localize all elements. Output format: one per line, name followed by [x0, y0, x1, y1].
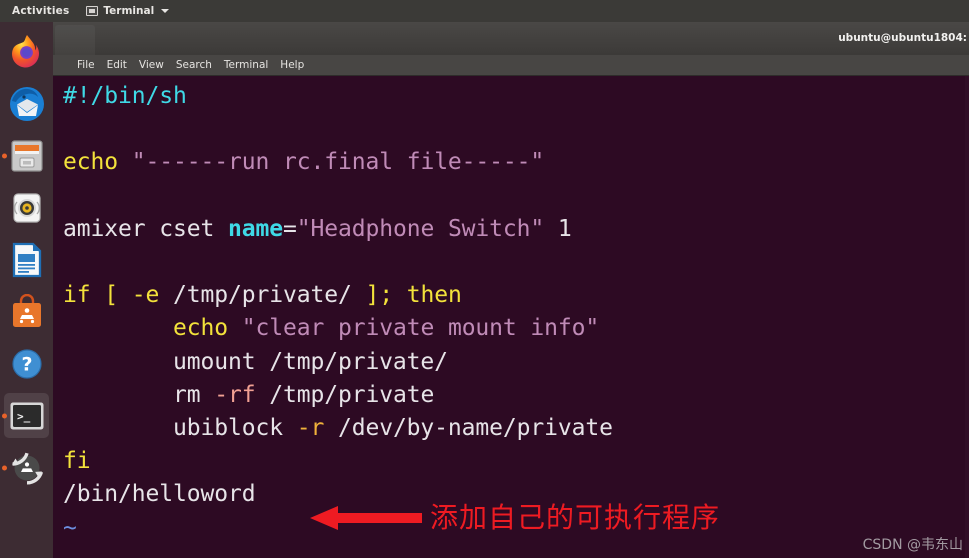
terminal-token: "Headphone Switch": [296, 215, 545, 242]
terminal-line: /bin/helloword: [63, 478, 613, 511]
thunderbird-icon: [8, 85, 46, 123]
terminal-token: /dev/by-name/private: [324, 415, 613, 442]
terminal-token: amixer cset: [63, 215, 228, 242]
terminal-line: if [ -e /tmp/private/ ]; then: [63, 279, 613, 312]
running-indicator-dot: [1, 413, 7, 419]
terminal-token: -r: [296, 415, 325, 442]
terminal-token: fi: [63, 448, 91, 475]
window-title: ubuntu@ubuntu1804:: [838, 32, 967, 44]
menu-file[interactable]: File: [77, 55, 95, 76]
dock-item-firefox[interactable]: [0, 26, 53, 78]
menu-view[interactable]: View: [139, 55, 164, 76]
terminal-token: /bin/helloword: [63, 481, 256, 508]
terminal-icon: >_: [8, 397, 46, 435]
app-menu-label: Terminal: [103, 5, 155, 17]
terminal-token: ubiblock: [63, 415, 297, 442]
terminal-line: umount /tmp/private/: [63, 346, 613, 379]
terminal-line: rm -rf /tmp/private: [63, 379, 613, 412]
terminal-token: "clear private mount info": [241, 315, 600, 342]
dock-item-ubuntu-software[interactable]: [0, 286, 53, 338]
svg-text:?: ?: [21, 354, 32, 376]
menu-terminal[interactable]: Terminal: [224, 55, 268, 76]
dock-item-files[interactable]: [0, 130, 53, 182]
terminal-screen[interactable]: #!/bin/sh echo "------run rc.final file-…: [53, 76, 969, 558]
activities-button[interactable]: Activities: [0, 0, 78, 22]
terminal-token: then: [406, 282, 462, 309]
menu-edit[interactable]: Edit: [107, 55, 127, 76]
svg-text:>_: >_: [17, 410, 31, 423]
software-updater-icon: [8, 449, 46, 487]
terminal-token: if: [63, 282, 91, 309]
screen-root: Activities Terminal ? >_ ubuntu@ubuntu18…: [0, 0, 969, 558]
dock-item-thunderbird[interactable]: [0, 78, 53, 130]
terminal-line: ubiblock -r /dev/by-name/private: [63, 412, 613, 445]
menu-help[interactable]: Help: [280, 55, 304, 76]
terminal-window: ubuntu@ubuntu1804: File Edit View Search…: [53, 22, 969, 558]
terminal-line: amixer cset name="Headphone Switch" 1: [63, 213, 613, 246]
terminal-line: #!/bin/sh: [63, 80, 613, 113]
menu-search[interactable]: Search: [176, 55, 212, 76]
terminal-line: fi: [63, 445, 613, 478]
terminal-tab[interactable]: [55, 25, 95, 55]
gnome-top-bar: Activities Terminal: [0, 0, 969, 22]
files-icon: [8, 137, 46, 175]
running-indicator-dot: [1, 153, 7, 159]
running-indicator-dot: [1, 465, 7, 471]
dock-item-rhythmbox[interactable]: [0, 182, 53, 234]
terminal-token: -rf: [214, 381, 256, 408]
terminal-window-icon: [86, 6, 99, 16]
terminal-token: umount /tmp/private/: [63, 348, 448, 375]
dock-item-libreoffice-writer[interactable]: [0, 234, 53, 286]
dock-item-software-updater[interactable]: [0, 442, 53, 494]
terminal-token: [: [104, 282, 118, 309]
terminal-line: ~: [63, 512, 613, 545]
watermark: CSDN @韦东山: [862, 537, 963, 553]
terminal-token: echo: [172, 315, 228, 342]
dock-item-terminal[interactable]: >_: [0, 390, 53, 442]
help-question-icon: ?: [8, 345, 46, 383]
dock-item-help[interactable]: ?: [0, 338, 53, 390]
terminal-token: #!/bin/sh: [63, 83, 187, 109]
terminal-token: ~: [63, 514, 77, 541]
libreoffice-writer-icon: [8, 241, 46, 279]
firefox-icon: [8, 33, 46, 71]
terminal-token: rm: [63, 381, 215, 408]
chevron-down-icon: [161, 9, 170, 13]
terminal-menubar: File Edit View Search Terminal Help: [53, 55, 969, 76]
terminal-token: name: [227, 215, 283, 242]
terminal-text-content: #!/bin/sh echo "------run rc.final file-…: [63, 80, 613, 545]
terminal-token: -e: [131, 282, 160, 309]
terminal-token: =: [282, 215, 297, 242]
terminal-token: echo: [63, 149, 118, 176]
terminal-line: echo "clear private mount info": [63, 312, 613, 345]
terminal-scrollbar[interactable]: [965, 76, 969, 558]
rhythmbox-icon: [8, 189, 46, 227]
ubuntu-dock: ? >_: [0, 22, 53, 558]
terminal-token: /tmp/private/: [159, 282, 366, 309]
terminal-titlebar[interactable]: ubuntu@ubuntu1804:: [53, 22, 969, 55]
terminal-token: "------run rc.final file-----": [131, 149, 545, 176]
terminal-line: echo "------run rc.final file-----": [63, 146, 613, 179]
terminal-token: ];: [365, 282, 393, 309]
terminal-token: 1: [544, 215, 572, 242]
ubuntu-software-icon: [8, 293, 46, 331]
terminal-token: /tmp/private: [255, 381, 435, 408]
app-menu-button[interactable]: Terminal: [78, 0, 177, 22]
